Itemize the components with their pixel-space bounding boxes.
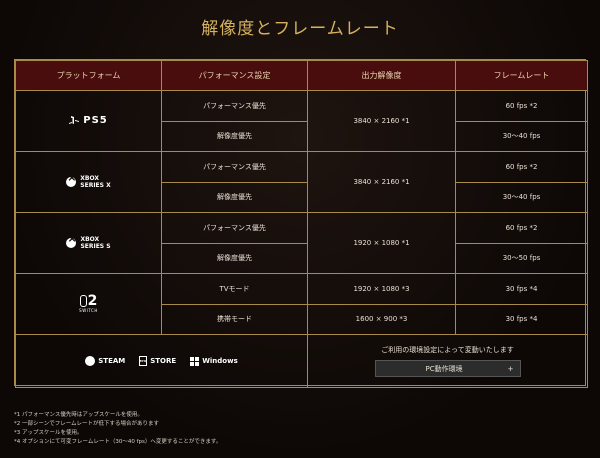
- windows-logo: Windows: [190, 356, 238, 366]
- ps5-logo-icon: PS5: [69, 115, 108, 126]
- fps-cell: 30〜50 fps: [455, 242, 588, 274]
- setting-cell: パフォーマンス優先: [161, 151, 308, 183]
- footnotes: *1 パフォーマンス優先時はアップスケールを使用。 *2 一部シーンでフレームレ…: [14, 411, 221, 447]
- header-platform: プラットフォーム: [15, 60, 162, 91]
- fps-cell: 60 fps *2: [455, 90, 588, 122]
- platform-pc: STEAM EPIC STORE Windows: [15, 334, 308, 388]
- fps-cell: 30〜40 fps: [455, 120, 588, 152]
- setting-cell: 携帯モード: [161, 303, 308, 335]
- windows-icon: [190, 356, 200, 366]
- xbox-logo-icon: XBOXSERIES S: [66, 235, 111, 250]
- platform-switch2: 2 SWITCH: [15, 273, 162, 335]
- header-resolution: 出力解像度: [307, 60, 456, 91]
- platform-xbox-series-x: XBOXSERIES X: [15, 151, 162, 213]
- setting-cell: 解像度優先: [161, 181, 308, 213]
- footnote: *3 アップスケールを使用。: [14, 430, 83, 436]
- epic-store-logo: EPIC STORE: [139, 356, 177, 366]
- pc-env-note: ご利用の環境設定によって変動いたします: [381, 346, 514, 354]
- pc-environment-cell: ご利用の環境設定によって変動いたします PC動作環境 +: [307, 334, 588, 388]
- header-setting: パフォーマンス設定: [161, 60, 308, 91]
- steam-logo: STEAM: [85, 356, 125, 366]
- spec-table: プラットフォーム パフォーマンス設定 出力解像度 フレームレート PS5 パフォ…: [14, 59, 588, 388]
- setting-cell: 解像度優先: [161, 242, 308, 274]
- xbox-logo-icon: XBOXSERIES X: [66, 174, 111, 189]
- platform-ps5: PS5: [15, 90, 162, 152]
- footnote: *4 オプションにて可変フレームレート（30〜40 fps）へ変更することができ…: [14, 439, 222, 445]
- fps-cell: 60 fps *2: [455, 151, 588, 183]
- table-row: XBOXSERIES X パフォーマンス優先 3840 × 2160 *1 60…: [15, 151, 588, 213]
- table-row-pc: STEAM EPIC STORE Windows ご利用の環境設定によって変動い…: [15, 334, 588, 388]
- fps-cell: 30 fps *4: [455, 273, 588, 305]
- table-row: PS5 パフォーマンス優先 3840 × 2160 *1 60 fps *2: [15, 90, 588, 152]
- table-row: XBOXSERIES S パフォーマンス優先 1920 × 1080 *1 60…: [15, 212, 588, 274]
- fps-cell: 30 fps *4: [455, 303, 588, 335]
- setting-cell: パフォーマンス優先: [161, 212, 308, 244]
- resolution-cell: 1920 × 1080 *3: [307, 273, 456, 305]
- epic-games-icon: EPIC: [139, 356, 148, 366]
- footnote: *2 一部シーンでフレームレートが低下する場合があります: [14, 421, 160, 427]
- footnote: *1 パフォーマンス優先時はアップスケールを使用。: [14, 412, 143, 418]
- platform-xbox-series-s: XBOXSERIES S: [15, 212, 162, 274]
- resolution-cell: 3840 × 2160 *1: [307, 151, 456, 213]
- plus-icon: +: [507, 364, 514, 373]
- resolution-cell: 1600 × 900 *3: [307, 303, 456, 335]
- resolution-cell: 3840 × 2160 *1: [307, 90, 456, 152]
- fps-cell: 60 fps *2: [455, 212, 588, 244]
- pc-requirements-label: PC動作環境: [425, 364, 463, 373]
- table-row: 2 SWITCH TVモード 1920 × 1080 *3 30 fps *4: [15, 273, 588, 335]
- setting-cell: 解像度優先: [161, 120, 308, 152]
- pc-requirements-button[interactable]: PC動作環境 +: [374, 360, 521, 377]
- resolution-cell: 1920 × 1080 *1: [307, 212, 456, 274]
- steam-icon: [85, 356, 96, 366]
- setting-cell: TVモード: [161, 273, 308, 305]
- switch2-logo-icon: 2 SWITCH: [79, 293, 98, 313]
- header-framerate: フレームレート: [455, 60, 588, 91]
- fps-cell: 30〜40 fps: [455, 181, 588, 213]
- page-title: 解像度とフレームレート: [201, 19, 399, 39]
- setting-cell: パフォーマンス優先: [161, 90, 308, 122]
